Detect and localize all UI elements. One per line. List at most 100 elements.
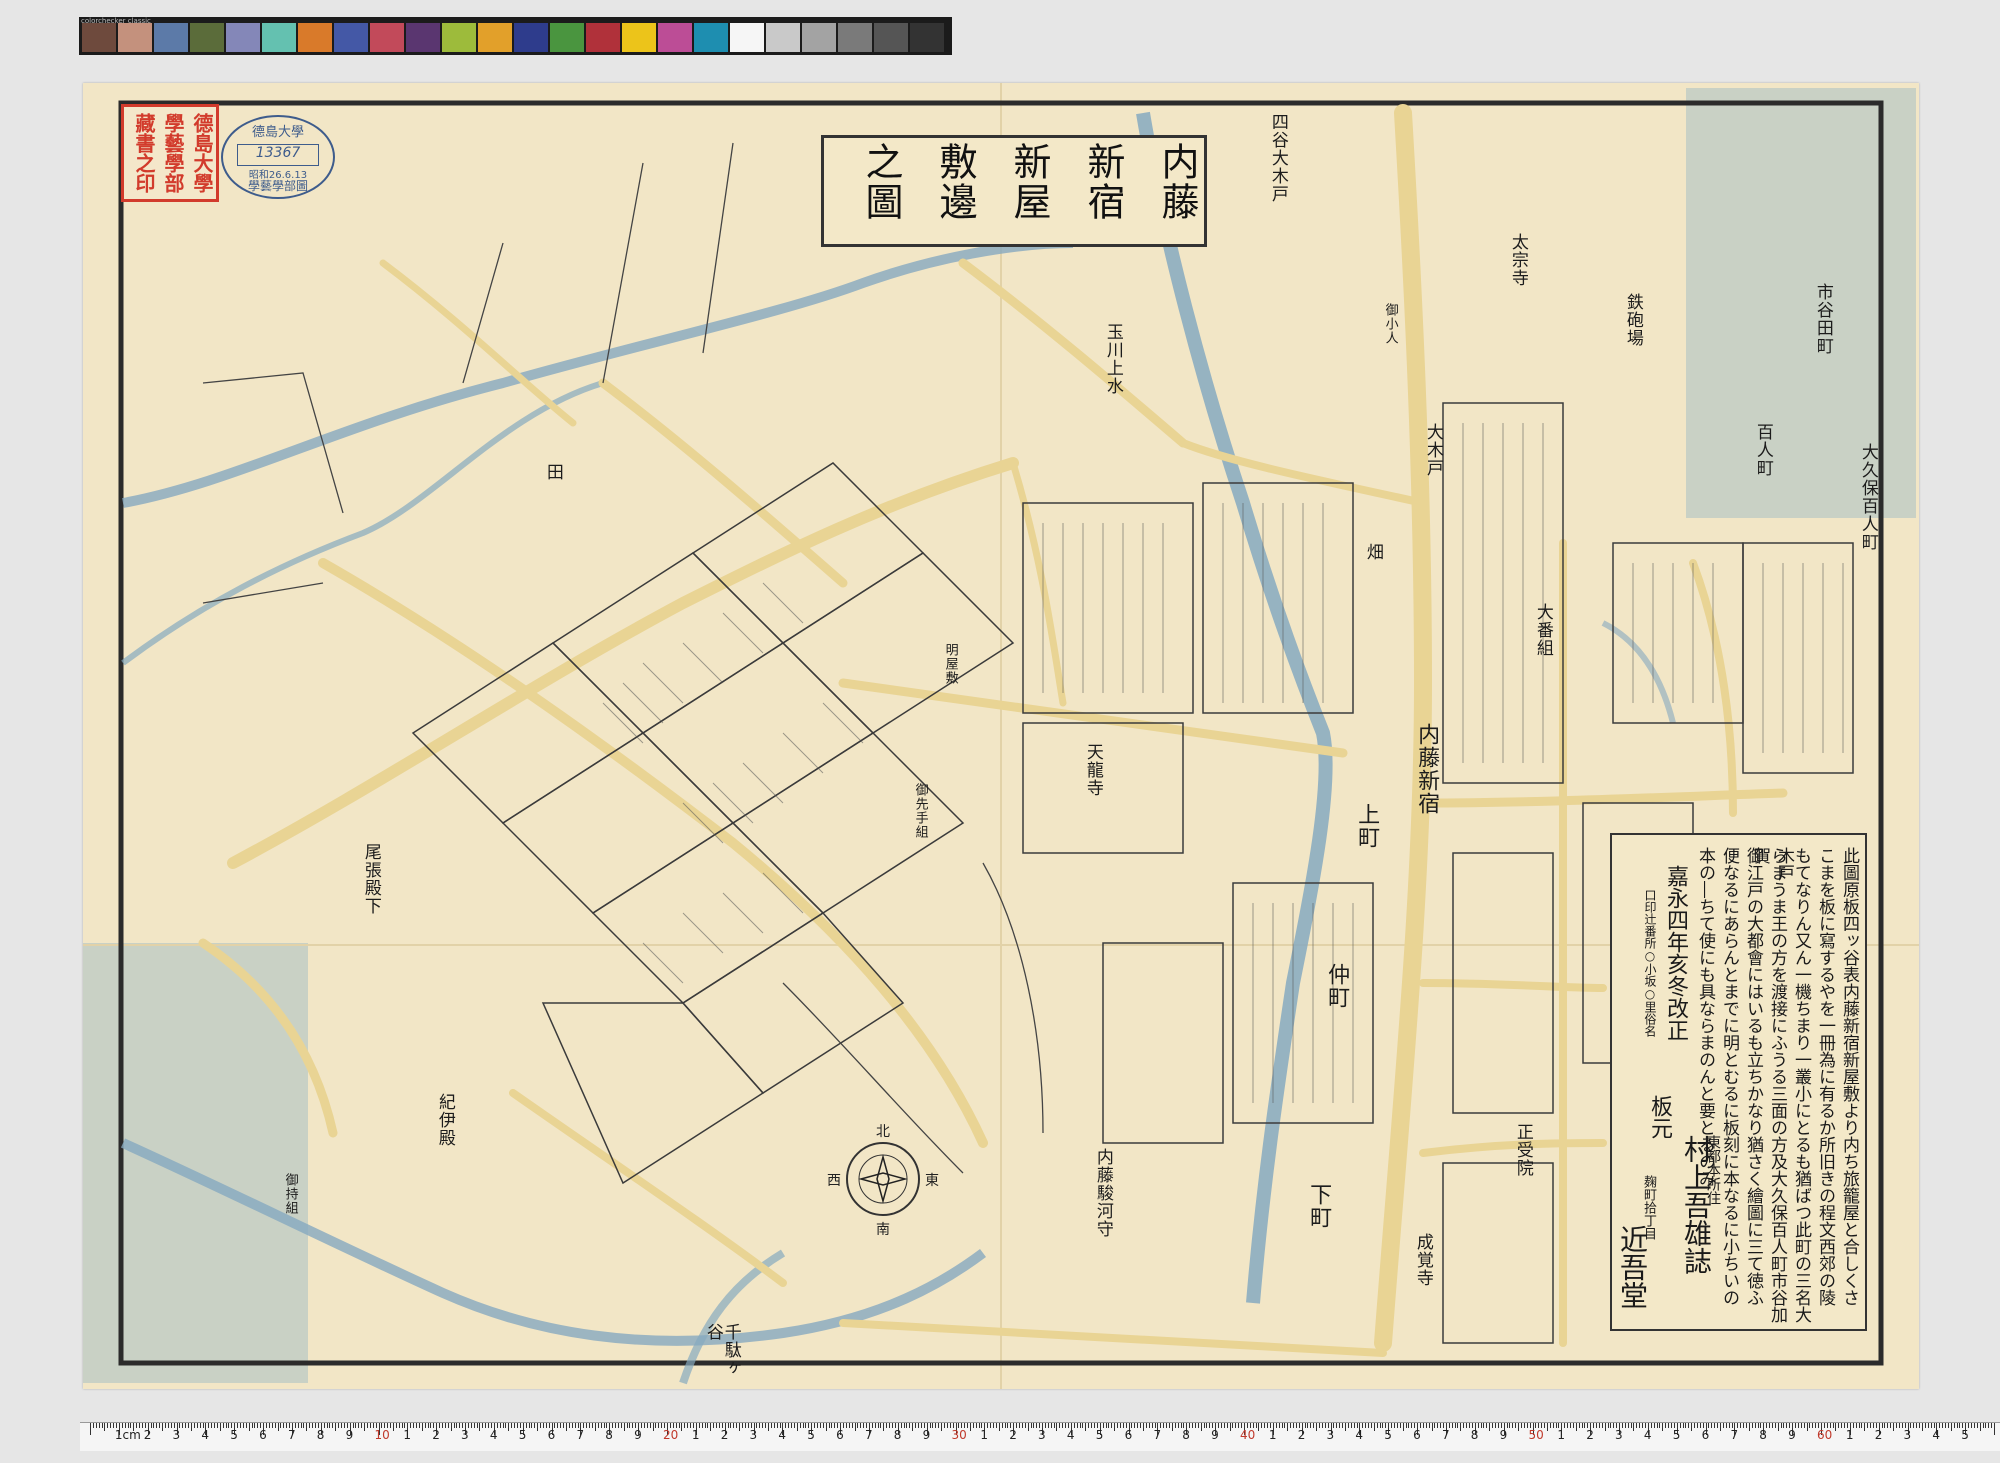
ruler-tick [1604,1423,1606,1431]
ruler-label: 7 [1730,1428,1739,1442]
colophon-era-note: 口印辻番所○小坂○里俗名 [1643,889,1657,1037]
ruler-tick [1457,1423,1459,1428]
ruler-tick [744,1423,746,1428]
ruler-tick [1313,1423,1315,1428]
ruler-tick [880,1423,882,1428]
ruler-label: 5 [230,1428,238,1442]
color-swatch [262,23,296,52]
ruler-tick [817,1423,819,1428]
accession-stamp-blue: 德島大學 13367 昭和26.6.13 學藝學部圖 [221,115,335,199]
ruler-tick [713,1423,715,1428]
ruler-tick [557,1423,559,1428]
ruler-tick [1255,1423,1257,1428]
ruler-label: 5 [518,1428,527,1442]
ruler-tick [1627,1423,1629,1428]
color-swatch [442,23,476,52]
ruler-tick [1200,1423,1202,1431]
ruler-tick [1717,1423,1719,1428]
ruler-tick [759,1423,761,1428]
ruler-tick [1520,1423,1522,1428]
ruler-tick [413,1423,415,1428]
ruler-tick [1838,1423,1840,1428]
ruler-label: 60 [1817,1428,1833,1442]
ruler-tick [1370,1423,1372,1428]
ruler-tick [1572,1423,1574,1428]
ruler-label: 6 [1124,1428,1133,1442]
ruler-tick [110,1423,112,1428]
ruler-tick [511,1423,513,1428]
ruler-label: 9 [345,1428,354,1442]
ruler-tick [733,1423,735,1428]
ruler-tick [277,1423,279,1431]
ruler-tick [1339,1423,1341,1428]
ruler-tick [300,1423,302,1428]
ruler-tick [225,1423,227,1428]
ruler-tick [441,1423,443,1428]
ruler-tick [1368,1423,1370,1428]
ruler-tick [1745,1423,1747,1428]
ruler-tick [912,1423,914,1431]
color-swatch [694,23,728,52]
ruler-tick [883,1423,885,1431]
ruler-tick [1919,1423,1921,1428]
color-swatch [370,23,404,52]
ruler-tick [1714,1423,1716,1428]
seal-red-column-1: 德島大學 [190,113,214,193]
ruler-label: 6 [547,1428,556,1442]
colophon-shop: 近吾堂 [1616,1225,1649,1309]
ruler-tick [1552,1423,1554,1428]
ruler-tick [1575,1423,1577,1431]
ruler-tick [1832,1423,1834,1428]
color-swatches [82,23,944,52]
colophon-publisher-label: 板元 [1647,1095,1672,1139]
ruler-tick [1720,1423,1722,1431]
ruler-tick [196,1423,198,1428]
colophon-author: 村上吾雄誌 [1680,1135,1713,1275]
ruler-tick [1494,1423,1496,1428]
ruler-tick [1281,1423,1283,1428]
ruler-tick [1636,1423,1638,1428]
ruler-tick [1743,1423,1745,1428]
ruler-tick [854,1423,856,1431]
ruler-tick [1913,1423,1915,1428]
ruler-tick [1867,1423,1869,1428]
place-label: 玉川上水 [1102,323,1123,395]
ruler-tick [684,1423,686,1428]
ruler-tick [845,1423,847,1428]
ruler-label: 30 [951,1428,967,1442]
ruler-tick [1581,1423,1583,1428]
ruler-tick [1950,1423,1952,1431]
ruler-tick [214,1423,216,1428]
ruler-tick [1379,1423,1381,1428]
colophon-box: 此圖原板四ッ谷表内藤新宿新屋敷より内ち旅籠屋と合しくさ こまを板に寫するやを一冊… [1610,833,1867,1331]
ruler-tick [542,1423,544,1428]
ruler-tick [1018,1423,1020,1428]
ruler-tick [211,1423,213,1428]
ruler-label: 8 [1759,1428,1767,1442]
ruler-tick [1927,1423,1929,1428]
ruler-tick [1050,1423,1052,1428]
ruler-tick [932,1423,934,1428]
ruler-tick [701,1423,703,1428]
ruler-label: 6 [1413,1428,1421,1442]
ruler-label: 7 [1153,1428,1162,1442]
ruler-tick [1284,1423,1286,1428]
ruler-label: 5 [1961,1428,1969,1442]
ruler-tick [1665,1423,1667,1428]
place-label: 上町 [1354,803,1380,849]
ruler-label: 9 [1211,1428,1219,1442]
ruler-tick [1523,1423,1525,1428]
ruler-tick [889,1423,891,1428]
ruler-tick [450,1423,452,1431]
title-column-4: 敷邊 [933,142,977,222]
ruler-tick [1633,1423,1635,1431]
ruler-tick [1668,1423,1670,1428]
ruler-label: 3 [1038,1428,1046,1442]
ruler-tick [101,1423,103,1428]
ruler-tick [1076,1423,1078,1428]
ruler-tick [185,1423,187,1428]
ruler-label: 8 [1182,1428,1190,1442]
ruler-tick [1696,1423,1698,1428]
place-label: 畑 [1362,543,1383,561]
ruler-tick [1192,1423,1194,1428]
